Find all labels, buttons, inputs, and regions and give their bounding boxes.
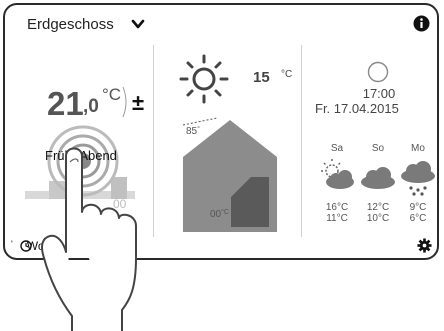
- room-selector[interactable]: Erdgeschoss: [27, 16, 114, 33]
- forecast-low: 6°C: [409, 213, 427, 224]
- outside-temperature-value: 15: [253, 69, 270, 86]
- chevron-down-icon[interactable]: [131, 18, 145, 30]
- tick-mark: ': [11, 239, 13, 249]
- sun-icon: [179, 54, 229, 104]
- outside-temperature-unit: °C: [281, 69, 293, 80]
- divider-right: [301, 45, 302, 237]
- room-temperature-decimal: ,0: [83, 96, 99, 117]
- forecast-day: Sa: [330, 143, 344, 154]
- forecast-temps: 12°C 10°C: [358, 202, 398, 224]
- clock-circle-icon: [367, 61, 389, 83]
- current-date: Fr. 17.04.2015: [315, 101, 399, 116]
- room-temperature-value: 21: [47, 85, 84, 122]
- forecast-temps: 9°C 6°C: [398, 202, 437, 224]
- forecast-day: So: [371, 143, 385, 154]
- rain-cloud-icon: [401, 161, 435, 196]
- current-time: 17:00: [362, 86, 396, 101]
- sun-cloud-icon: [321, 159, 354, 189]
- hand-pointer-icon: [41, 147, 137, 331]
- forecast-high: 12°C: [366, 202, 390, 213]
- cloud-icon: [361, 167, 395, 189]
- gear-icon[interactable]: [417, 238, 432, 253]
- forecast-low: 11°C: [326, 213, 348, 224]
- forecast-high: 16°C: [325, 202, 349, 213]
- forecast-temps: 16°C 11°C: [317, 202, 357, 224]
- temperature-adjust-button[interactable]: ±: [132, 90, 144, 116]
- roof-temperature: 85°: [186, 126, 200, 137]
- forecast-day: Mo: [411, 143, 425, 154]
- forecast-low: 10°C: [366, 213, 390, 224]
- floor-temperature: 00°C: [210, 209, 229, 220]
- forecast-high: 9°C: [409, 202, 427, 213]
- info-icon[interactable]: [413, 15, 430, 32]
- temperature-arc: [122, 86, 127, 118]
